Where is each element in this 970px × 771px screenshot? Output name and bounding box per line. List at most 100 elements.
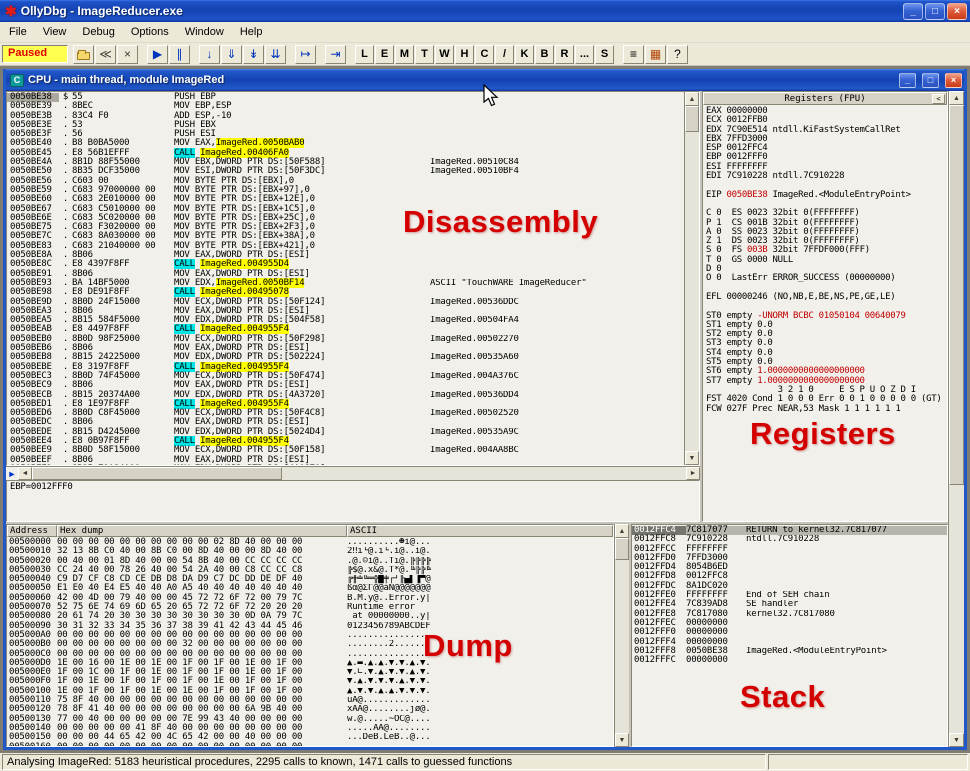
- view-button-patches[interactable]: /: [495, 45, 514, 64]
- cpu-minimize-button[interactable]: _: [899, 73, 916, 88]
- disasm-row[interactable]: 0050BE3B.83C4 F0ADD ESP,-10: [7, 112, 684, 121]
- menu-help[interactable]: Help: [232, 23, 271, 41]
- disasm-row[interactable]: 0050BE8C.E8 4397F8FFCALL ImageRed.004955…: [7, 260, 684, 269]
- disasm-row[interactable]: 0050BED6.8B0D C8F45000MOV ECX,DWORD PTR …: [7, 409, 684, 418]
- view-button-k[interactable]: K: [515, 45, 534, 64]
- dump-vscrollbar[interactable]: ▲ ▼: [614, 524, 629, 747]
- colors-button[interactable]: ▦: [645, 45, 666, 64]
- close-button[interactable]: ×: [947, 3, 967, 20]
- stack-row[interactable]: 0012FFD07FFD3000: [632, 554, 947, 563]
- stack-row[interactable]: 0012FFFC00000000: [632, 656, 947, 665]
- view-button-runtrace[interactable]: ...: [575, 45, 594, 64]
- register-line[interactable]: FCW 027F Prec NEAR,53 Mask 1 1 1 1 1 1: [706, 405, 947, 414]
- animate-into-button[interactable]: ↡: [243, 45, 264, 64]
- disasm-row[interactable]: 0050BEE9.8B0D 58F15000MOV ECX,DWORD PTR …: [7, 446, 684, 455]
- scrollbar-thumb[interactable]: [685, 106, 699, 132]
- scroll-up-icon[interactable]: ▲: [685, 92, 699, 106]
- stack-row[interactable]: 0012FFF80050BE38ImageRed.<ModuleEntryPoi…: [632, 647, 947, 656]
- stack-row[interactable]: 0012FFDC8A1DC020: [632, 582, 947, 591]
- stack-row[interactable]: 0012FFEC00000000: [632, 619, 947, 628]
- cpu-vscrollbar[interactable]: ▲ ▼: [948, 91, 964, 747]
- register-line[interactable]: EFL 00000246 (NO,NB,E,BE,NS,PE,GE,LE): [706, 293, 947, 302]
- view-button-l[interactable]: L: [355, 45, 374, 64]
- register-line[interactable]: O 0 LastErr ERROR_SUCCESS (00000000): [706, 274, 947, 283]
- scroll-down-icon[interactable]: ▼: [615, 733, 629, 747]
- disasm-row[interactable]: 0050BE50.8B35 DCF35000MOV ESI,DWORD PTR …: [7, 167, 684, 176]
- view-button-c[interactable]: C: [475, 45, 494, 64]
- scroll-right-icon[interactable]: ►: [686, 467, 700, 480]
- open-file-button[interactable]: [73, 45, 94, 64]
- pause-button[interactable]: ∥: [169, 45, 190, 64]
- scroll-down-icon[interactable]: ▼: [685, 451, 699, 465]
- scroll-up-icon[interactable]: ▲: [615, 524, 629, 538]
- disassembly-hscrollbar[interactable]: ► ◄ ►: [6, 466, 700, 480]
- restart-button[interactable]: ≪: [95, 45, 116, 64]
- view-button-b[interactable]: B: [535, 45, 554, 64]
- scroll-up-icon[interactable]: ▲: [949, 91, 964, 105]
- view-button-w[interactable]: W: [435, 45, 454, 64]
- disasm-row[interactable]: 0050BEC3.8B0D 74F45000MOV ECX,DWORD PTR …: [7, 372, 684, 381]
- view-button-e[interactable]: E: [375, 45, 394, 64]
- dump-row[interactable]: 0050016000 00 00 00 00 00 00 00 00 00 00…: [7, 743, 613, 746]
- maximize-button[interactable]: □: [925, 3, 945, 20]
- appearance-button[interactable]: ≡: [623, 45, 644, 64]
- disasm-row[interactable]: 0050BE39.8BECMOV EBP,ESP: [7, 102, 684, 111]
- menu-view[interactable]: View: [35, 23, 75, 41]
- stack-row[interactable]: 0012FFE47C839AD8SE handler: [632, 600, 947, 609]
- view-button-t[interactable]: T: [415, 45, 434, 64]
- step-over-button[interactable]: ⇓: [221, 45, 242, 64]
- stack-row[interactable]: 0012FFF000000000: [632, 628, 947, 637]
- register-line[interactable]: T 0 GS 0000 NULL: [706, 256, 947, 265]
- collapse-icon[interactable]: <: [932, 94, 945, 104]
- view-button-r[interactable]: R: [555, 45, 574, 64]
- disassembly-vscrollbar[interactable]: ▲ ▼: [684, 92, 699, 465]
- menu-debug[interactable]: Debug: [74, 23, 122, 41]
- cpu-titlebar[interactable]: C CPU - main thread, module ImageRed _ □…: [6, 69, 964, 91]
- stack-comment: [746, 554, 947, 563]
- stack-row[interactable]: 0012FFD80012FFC8: [632, 572, 947, 581]
- cpu-maximize-button[interactable]: □: [922, 73, 939, 88]
- disasm-comment: [430, 214, 684, 223]
- stack-row[interactable]: 0012FFC87C910228ntdll.7C910228: [632, 535, 947, 544]
- scroll-down-icon[interactable]: ▼: [949, 733, 964, 747]
- disasm-row[interactable]: 0050BEB0.8B0D 98F25000MOV ECX,DWORD PTR …: [7, 335, 684, 344]
- titlebar[interactable]: ✱ OllyDbg - ImageReducer.exe _ □ ×: [0, 0, 970, 22]
- scrollbar-thumb[interactable]: [949, 105, 964, 485]
- disasm-row[interactable]: 0050BE38$55PUSH EBP: [7, 93, 684, 102]
- stack-row[interactable]: 0012FFE0FFFFFFFFEnd of SEH chain: [632, 591, 947, 600]
- dump-header-address[interactable]: Address: [7, 525, 57, 537]
- cpu-window: C CPU - main thread, module ImageRed _ □…: [3, 69, 967, 750]
- register-line[interactable]: EDI 7C910228 ntdll.7C910228: [706, 172, 947, 181]
- view-button-m[interactable]: M: [395, 45, 414, 64]
- view-button-s[interactable]: S: [595, 45, 614, 64]
- view-button-h[interactable]: H: [455, 45, 474, 64]
- disasm-comment: ImageRed.00535A9C: [430, 428, 684, 437]
- stack-row[interactable]: 0012FFD48054B6ED: [632, 563, 947, 572]
- info-pane[interactable]: EBP=0012FFF0: [6, 480, 700, 522]
- dump-header-ascii[interactable]: ASCII: [347, 525, 613, 537]
- close-program-button[interactable]: ×: [117, 45, 138, 64]
- exec-till-return-button[interactable]: ↦: [295, 45, 316, 64]
- menu-window[interactable]: Window: [177, 23, 232, 41]
- help-button[interactable]: ?: [667, 45, 688, 64]
- disasm-row[interactable]: 0050BE9D.8B0D 24F15000MOV ECX,DWORD PTR …: [7, 298, 684, 307]
- goto-user-code-button[interactable]: ⇥: [325, 45, 346, 64]
- stack-row[interactable]: 0012FFE87C817080kernel32.7C817080: [632, 610, 947, 619]
- disasm-row[interactable]: 0050BE3E.53PUSH EBX: [7, 121, 684, 130]
- animate-over-button[interactable]: ⇊: [265, 45, 286, 64]
- run-button[interactable]: ▶: [147, 45, 168, 64]
- scroll-left-icon[interactable]: ◄: [18, 467, 32, 480]
- register-line[interactable]: EIP 0050BE38 ImageRed.<ModuleEntryPoint>: [706, 191, 947, 200]
- disasm-row[interactable]: 0050BE83.C683 21040000 00MOV BYTE PTR DS…: [7, 242, 684, 251]
- scrollbar-thumb[interactable]: [32, 467, 282, 480]
- menu-file[interactable]: File: [1, 23, 35, 41]
- menu-options[interactable]: Options: [123, 23, 177, 41]
- stack-row[interactable]: 0012FFC47C817077RETURN to kernel32.7C817…: [632, 526, 947, 535]
- stack-row[interactable]: 0012FFCCFFFFFFFF: [632, 545, 947, 554]
- scrollbar-thumb[interactable]: [615, 538, 629, 560]
- stack-row[interactable]: 0012FFF400000000: [632, 638, 947, 647]
- cpu-close-button[interactable]: ×: [945, 73, 962, 88]
- step-into-button[interactable]: ↓: [199, 45, 220, 64]
- dump-header-hex[interactable]: Hex dump: [57, 525, 347, 537]
- minimize-button[interactable]: _: [903, 3, 923, 20]
